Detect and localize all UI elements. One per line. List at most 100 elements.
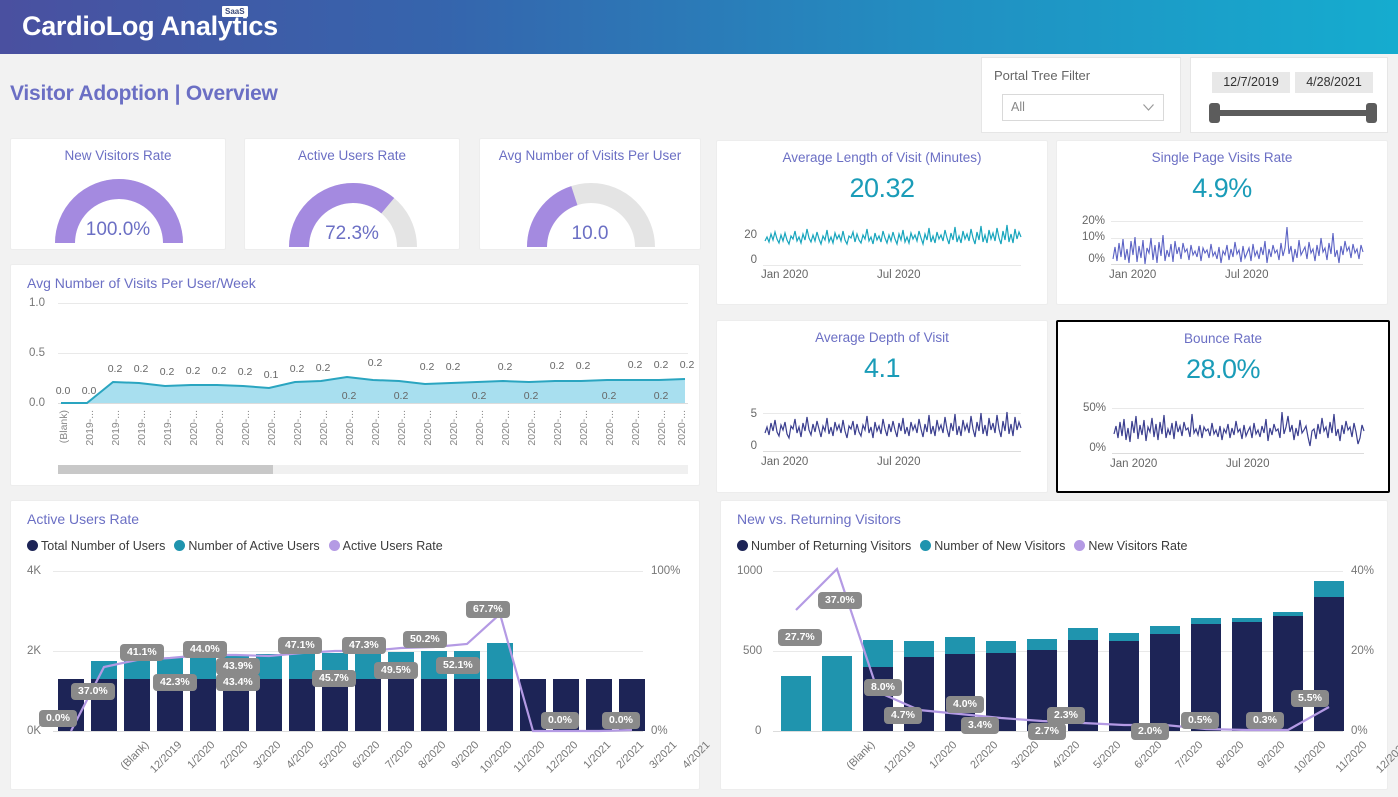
kpi-value: 28.0% — [1185, 354, 1261, 384]
xtick: 2020-... — [474, 410, 486, 446]
kpi-card-avg-visits-per-user[interactable]: Avg Number of Visits Per User 10.0 — [479, 138, 701, 250]
data-label-pill: 3.4% — [961, 717, 999, 734]
kpi-title: Bounce Rate — [1183, 331, 1263, 346]
xtick: 2020-... — [396, 410, 408, 446]
kpi-card-average-depth-of-visit[interactable]: Average Depth of Visit 4.1 5 0 Jan 2020 … — [716, 320, 1048, 493]
spark-xtick: Jan 2020 — [1110, 458, 1158, 470]
chart-legend: Number of Returning Visitors Number of Ne… — [737, 539, 1196, 553]
legend-dot-icon — [920, 540, 932, 551]
xtick: 2020-... — [552, 410, 564, 446]
kpi-title: Average Depth of Visit — [815, 330, 949, 345]
data-label-pill: 0.5% — [1181, 712, 1219, 729]
sparkline-bounce-rate — [1113, 411, 1365, 447]
sparkline-average-length-of-visit — [764, 224, 1022, 247]
kpi-title: Active Users Rate — [297, 148, 407, 163]
data-label-pill: 50.2% — [403, 631, 447, 648]
data-label-pill: 45.7% — [312, 670, 356, 687]
data-label: 0.2 — [367, 357, 383, 369]
legend-item[interactable]: Number of Returning Visitors — [737, 539, 911, 553]
ytick: 1.0 — [29, 297, 45, 309]
kpi-value: 4.9% — [1192, 173, 1252, 203]
legend-item[interactable]: Number of New Visitors — [920, 539, 1065, 553]
legend-label: Number of New Visitors — [934, 539, 1066, 553]
data-label-pill: 37.0% — [71, 683, 115, 700]
date-range-to[interactable]: 4/28/2021 — [1295, 72, 1373, 93]
ytick-right: 0% — [1351, 725, 1368, 737]
data-label: 0.2 — [445, 361, 461, 373]
portal-tree-filter-select[interactable]: All — [1002, 94, 1164, 121]
xtick: 2020-... — [318, 410, 330, 446]
brand-saas-badge: SaaS — [222, 6, 248, 17]
data-label-pill: 8.0% — [864, 679, 902, 696]
ytick-left: 0 — [755, 725, 762, 737]
data-label-pill: 2.7% — [1028, 723, 1066, 740]
data-label-pill: 47.3% — [342, 637, 386, 654]
xtick: 2020-... — [214, 410, 226, 446]
data-label-pill: 41.1% — [120, 644, 164, 661]
data-label-pill: 43.4% — [216, 674, 260, 691]
xtick: 2019-... — [136, 410, 148, 446]
spark-baseline — [763, 265, 1021, 266]
xtick: 2020-... — [526, 410, 538, 446]
xtick: 2020-... — [240, 410, 252, 446]
data-label: 0.2 — [497, 361, 513, 373]
ytick-right: 0% — [651, 725, 668, 737]
ytick-right: 20% — [1351, 645, 1375, 657]
date-range-slider-track[interactable] — [1213, 110, 1371, 116]
spark-xtick: Jul 2020 — [877, 269, 921, 281]
data-label: 0.2 — [653, 390, 669, 402]
data-label-pill: 52.1% — [436, 657, 480, 674]
legend-dot-icon — [27, 540, 38, 551]
xtick: 2020-... — [630, 410, 642, 446]
xtick: 2019-... — [84, 410, 96, 446]
data-label-pill: 2.3% — [1047, 707, 1085, 724]
legend-dot-icon — [328, 540, 340, 551]
kpi-value: 100.0% — [85, 219, 151, 240]
chart-title: Active Users Rate — [27, 511, 140, 527]
legend-item[interactable]: Number of Active Users — [174, 539, 320, 553]
data-label-pill: 47.1% — [278, 637, 322, 654]
kpi-value: 72.3% — [325, 223, 379, 244]
xtick: 2020-... — [500, 410, 512, 446]
xtick: 2020-... — [344, 410, 356, 446]
kpi-card-bounce-rate[interactable]: Bounce Rate 28.0% 50% 0% Jan 2020 Jul 20… — [1056, 320, 1390, 493]
sparkline-average-depth-of-visit — [764, 411, 1022, 440]
data-label-pill: 0.3% — [1246, 712, 1284, 729]
xtick: 2020-... — [266, 410, 278, 446]
chart-card-new-vs-returning-visitors[interactable]: New vs. Returning Visitors Number of Ret… — [720, 500, 1398, 790]
legend-item[interactable]: Active Users Rate — [328, 539, 443, 553]
chart-card-active-users-rate[interactable]: Active Users Rate Total Number of Users N… — [10, 500, 712, 790]
legend-item[interactable]: New Visitors Rate — [1074, 539, 1187, 553]
legend-item[interactable]: Total Number of Users — [27, 539, 165, 553]
date-range-slider-handle-right[interactable] — [1366, 103, 1377, 123]
date-range-from[interactable]: 12/7/2019 — [1212, 72, 1290, 93]
date-range-slider-handle-left[interactable] — [1209, 103, 1220, 123]
xtick: (Blank) — [58, 410, 70, 444]
xtick: 2019-... — [162, 410, 174, 446]
data-label: 0.2 — [523, 390, 539, 402]
xtick: 2020-... — [448, 410, 460, 446]
kpi-title: Average Length of Visit (Minutes) — [782, 150, 982, 165]
data-label-pill: 27.7% — [778, 629, 822, 646]
kpi-card-single-page-visits-rate[interactable]: Single Page Visits Rate 4.9% 20% 10% 0% … — [1056, 140, 1388, 305]
data-label: 0.2 — [575, 360, 591, 372]
kpi-card-new-visitors-rate[interactable]: New Visitors Rate 100.0% — [10, 138, 226, 250]
xtick: 2020-... — [188, 410, 200, 446]
portal-tree-filter-label: Portal Tree Filter — [994, 68, 1091, 83]
xtick: 2020-... — [422, 410, 434, 446]
xtick: 2020-... — [578, 410, 590, 446]
spark-xtick: Jul 2020 — [877, 456, 921, 468]
data-label-pill: 4.0% — [946, 696, 984, 713]
legend-label: Active Users Rate — [342, 539, 443, 553]
xtick: 2020-... — [676, 410, 688, 446]
ytick-right: 40% — [1351, 565, 1375, 577]
legend-label: Number of Returning Visitors — [751, 539, 912, 553]
chart-hscrollbar-thumb[interactable] — [58, 465, 273, 474]
kpi-card-average-length-of-visit[interactable]: Average Length of Visit (Minutes) 20.32 … — [716, 140, 1048, 305]
legend-dot-icon — [1074, 540, 1086, 551]
kpi-card-active-users-rate[interactable]: Active Users Rate 72.3% — [244, 138, 460, 250]
spark-xtick: Jul 2020 — [1226, 458, 1270, 470]
data-label: 0.2 — [315, 362, 331, 374]
portal-tree-filter-value: All — [1011, 100, 1025, 114]
chart-card-avg-visits-per-user-week[interactable]: Avg Number of Visits Per User/Week 1.0 0… — [10, 264, 700, 486]
